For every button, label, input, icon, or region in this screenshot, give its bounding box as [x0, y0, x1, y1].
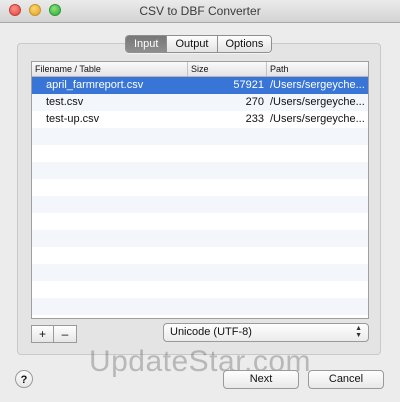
popup-arrows-icon: ▲ ▼ — [355, 325, 362, 339]
encoding-select[interactable]: Unicode (UTF-8) ▲ ▼ — [163, 323, 369, 342]
cell-filename: test.csv — [46, 96, 84, 108]
tab-input[interactable]: Input — [126, 36, 167, 52]
tab-bar: Input Output Options — [125, 35, 273, 53]
cancel-button[interactable]: Cancel — [308, 370, 384, 389]
add-file-button[interactable]: + — [31, 325, 54, 343]
column-header-path[interactable]: Path — [267, 62, 368, 76]
empty-table-row — [32, 315, 368, 318]
empty-table-row — [32, 213, 368, 230]
tab-output[interactable]: Output — [166, 36, 217, 52]
next-button[interactable]: Next — [223, 370, 299, 389]
help-icon[interactable]: ? — [15, 370, 33, 388]
files-table[interactable]: Filename / Table Size Path april_farmrep… — [31, 61, 369, 319]
cell-path: /Users/sergeyche... — [270, 96, 365, 108]
empty-table-row — [32, 162, 368, 179]
column-header-filename[interactable]: Filename / Table — [32, 62, 188, 76]
empty-table-row — [32, 281, 368, 298]
cell-path: /Users/sergeyche... — [270, 79, 365, 91]
empty-table-row — [32, 128, 368, 145]
cell-filename: april_farmreport.csv — [46, 79, 144, 91]
empty-table-row — [32, 196, 368, 213]
remove-file-button[interactable]: – — [54, 325, 77, 343]
table-row[interactable]: test.csv 270/Users/sergeyche... — [32, 94, 368, 111]
cell-size: 57921 — [233, 79, 264, 91]
table-row[interactable]: test-up.csv 233/Users/sergeyche... — [32, 111, 368, 128]
title-bar[interactable]: CSV to DBF Converter — [0, 0, 400, 23]
table-body: april_farmreport.csv 57921/Users/sergeych… — [32, 77, 368, 318]
tab-options[interactable]: Options — [216, 36, 272, 52]
cell-size: 233 — [245, 113, 264, 125]
empty-table-row — [32, 264, 368, 281]
window-title: CSV to DBF Converter — [139, 4, 261, 18]
column-header-size[interactable]: Size — [188, 62, 267, 76]
encoding-select-value: Unicode (UTF-8) — [170, 326, 252, 338]
empty-table-row — [32, 247, 368, 264]
table-header: Filename / Table Size Path — [32, 62, 368, 77]
empty-table-row — [32, 179, 368, 196]
cell-path: /Users/sergeyche... — [270, 113, 365, 125]
cell-filename: test-up.csv — [46, 113, 100, 125]
table-row[interactable]: april_farmreport.csv 57921/Users/sergeych… — [32, 77, 368, 94]
empty-table-row — [32, 145, 368, 162]
cell-size: 270 — [245, 96, 264, 108]
empty-table-row — [32, 230, 368, 247]
empty-table-row — [32, 298, 368, 315]
main-window: CSV to DBF Converter Input Output Option… — [0, 0, 400, 402]
